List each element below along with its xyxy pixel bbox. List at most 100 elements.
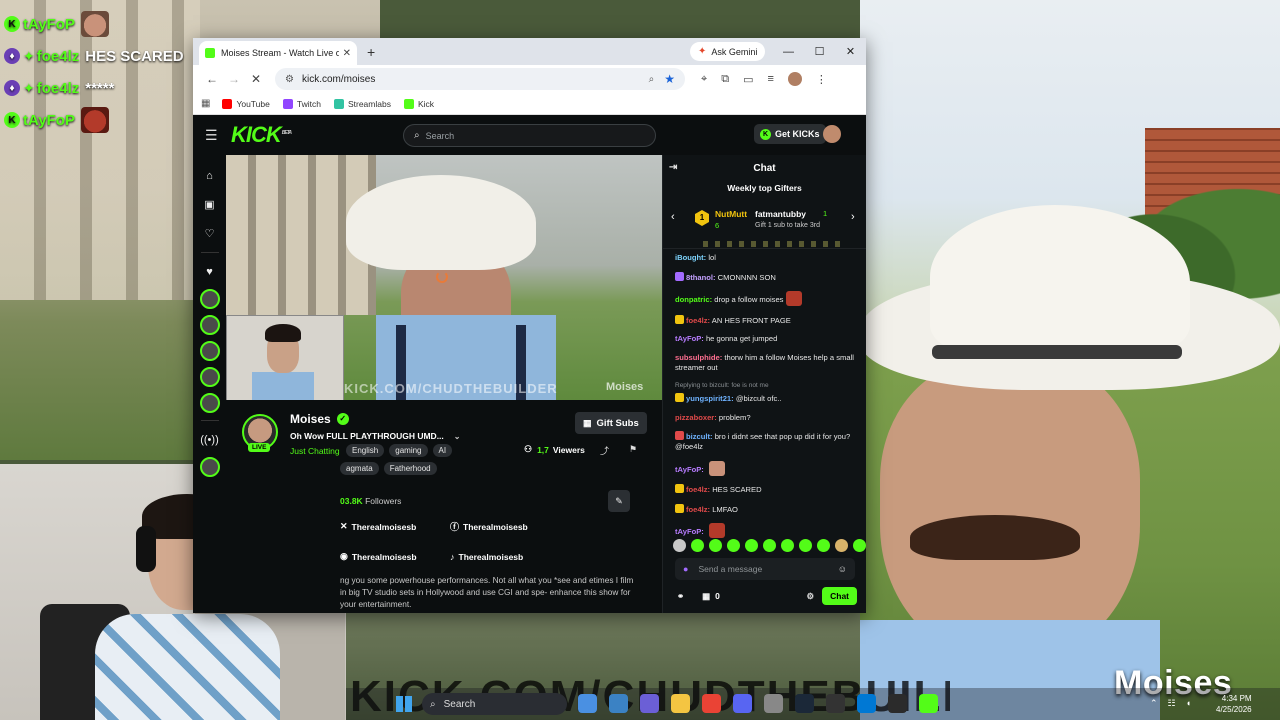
chat-username[interactable]: foe4lz: [686,316,710,325]
chat-username[interactable]: donpatric: [675,295,712,304]
emote-icon[interactable] [709,539,722,552]
stop-loading-icon[interactable]: ✕ [245,72,267,86]
close-icon[interactable]: ✕ [343,48,351,59]
close-window-icon[interactable]: ✕ [835,38,866,65]
reading-list-icon[interactable]: ≡ [767,73,773,85]
share-icon[interactable]: ⤴ [600,444,609,457]
category-link[interactable]: Just Chatting [290,446,340,456]
taskbar-app-icon[interactable] [857,694,876,713]
chevron-right-icon[interactable]: › [851,211,855,223]
menu-icon[interactable]: ⋮ [816,73,827,86]
chevron-down-icon[interactable]: ⌄ [454,432,461,441]
taskbar-app-icon[interactable] [671,694,690,713]
extension-pin-icon[interactable]: ⌖ [701,73,707,86]
channel-points-icon[interactable]: ⚭ [677,591,684,602]
chat-username[interactable]: iBought: [675,253,706,262]
bookmark-twitch[interactable]: Twitch [282,98,321,109]
chat-username[interactable]: bizcult: [686,432,713,441]
profile-avatar[interactable] [787,72,802,86]
social-link-facebook[interactable]: ⓕ Therealmoisesb [450,520,560,533]
emote-icon[interactable] [691,539,704,552]
volume-icon[interactable]: ◖ [1186,698,1191,709]
taskbar-app-icon[interactable] [578,694,597,713]
kick-search-input[interactable]: ⌕ Search [403,124,656,147]
social-link-discord[interactable]: ◉ Therealmoisesb [340,551,450,562]
followed-channel-avatar[interactable] [199,393,220,413]
emote-icon[interactable] [673,539,686,552]
taskbar-app-icon[interactable] [888,694,907,713]
emote-icon[interactable] [853,539,866,552]
emote-icon[interactable] [799,539,812,552]
chat-username[interactable]: 8thanol: [686,273,716,282]
social-link-x[interactable]: ✕ Therealmoisesb [340,520,450,533]
taskbar-app-icon[interactable] [609,694,628,713]
chat-username[interactable]: tAyFoP: [675,465,704,474]
system-clock[interactable]: 4:34 PM 4/25/2026 [1216,693,1252,715]
taskbar-app-icon[interactable] [733,694,752,713]
cast-icon[interactable]: ▭ [743,73,753,86]
gifter-name[interactable]: NutMutt [715,209,747,219]
edit-pencil-icon[interactable]: ✎ [608,490,630,512]
live-signal-icon[interactable]: ((•)) [200,425,219,454]
heart-icon[interactable]: ♥ [206,257,213,286]
chat-username[interactable]: pizzaboxer: [675,413,717,422]
chevron-up-icon[interactable]: ⌃ [1150,698,1158,709]
chevron-left-icon[interactable]: ‹ [671,211,675,223]
bookmark-streamlabs[interactable]: Streamlabs [333,98,391,109]
chat-username[interactable]: foe4lz: [686,505,710,514]
taskbar-search[interactable]: ⌕ Search [422,693,567,715]
chat-username[interactable]: tAyFoP: [675,527,704,536]
followed-channel-avatar[interactable] [199,315,220,335]
tag[interactable]: Fatherhood [383,462,437,475]
followed-channel-avatar[interactable] [199,289,220,309]
collapse-chat-icon[interactable]: ⇥ [669,162,677,173]
taskbar-app-icon[interactable] [919,694,938,713]
emoji-icon[interactable]: ☺ [838,564,847,574]
taskbar-app-icon[interactable] [702,694,721,713]
follow-icon[interactable]: ⚑ [629,444,637,455]
apps-grid-icon[interactable]: ▦ [201,98,210,109]
browser-tab[interactable]: Moises Stream - Watch Live on Kick ✕ [199,41,357,65]
browse-icon[interactable]: ▣ [204,190,214,219]
chat-username[interactable]: yungspirit21: [686,394,734,403]
ask-gemini-button[interactable]: ✦ Ask Gemini [690,42,766,61]
video-player[interactable]: KICK.COM/CHUDTHEBUILDER Moises [226,155,662,400]
url-input[interactable]: ⚙ kick.com/moises ⌕ ★ [275,68,685,90]
home-icon[interactable]: ⌂ [206,161,213,190]
back-icon[interactable]: ← [201,72,223,86]
taskbar-app-icon[interactable] [764,694,783,713]
send-chat-button[interactable]: Chat [822,587,857,605]
taskbar-app-icon[interactable] [795,694,814,713]
emote-icon[interactable] [745,539,758,552]
gift-cta[interactable]: Gift 1 sub to take 3rd [755,222,820,229]
chat-message-input[interactable]: ● Send a message ☺ [675,558,855,580]
forward-icon[interactable]: → [223,72,245,86]
zoom-icon[interactable]: ⌕ [649,74,655,85]
emote-icon[interactable] [727,539,740,552]
mic-icon[interactable]: ● [683,564,688,574]
gift-subs-button[interactable]: ▦ Gift Subs [575,412,647,434]
followed-channel-avatar[interactable] [199,341,220,361]
hamburger-menu-icon[interactable]: ☰ [205,127,231,144]
gifter-name[interactable]: fatmantubby [755,209,806,219]
recommended-channel-avatar[interactable] [199,457,220,477]
taskbar-app-icon[interactable] [640,694,659,713]
maximize-icon[interactable]: ☐ [804,38,835,65]
bookmark-youtube[interactable]: YouTube [222,98,270,109]
tag[interactable]: English [346,444,385,457]
reply-context[interactable]: Replying to bizcult: foe is not me [675,381,854,391]
tag[interactable]: agmata [340,462,379,475]
channel-name[interactable]: Moises [290,412,331,426]
bookmark-star-icon[interactable]: ★ [664,72,675,86]
chat-username[interactable]: foe4lz: [686,485,710,494]
site-info-icon[interactable]: ⚙ [285,74,294,85]
emote-icon[interactable] [817,539,830,552]
emote-icon[interactable] [763,539,776,552]
chat-username[interactable]: tAyFoP: [675,334,704,343]
chat-username[interactable]: subsulphide: [675,353,722,362]
emote-icon[interactable] [835,539,848,552]
gear-icon[interactable]: ⚙ [806,591,814,602]
new-tab-icon[interactable]: + [367,44,375,60]
user-avatar[interactable] [823,125,841,143]
windows-start-icon[interactable] [396,696,412,712]
